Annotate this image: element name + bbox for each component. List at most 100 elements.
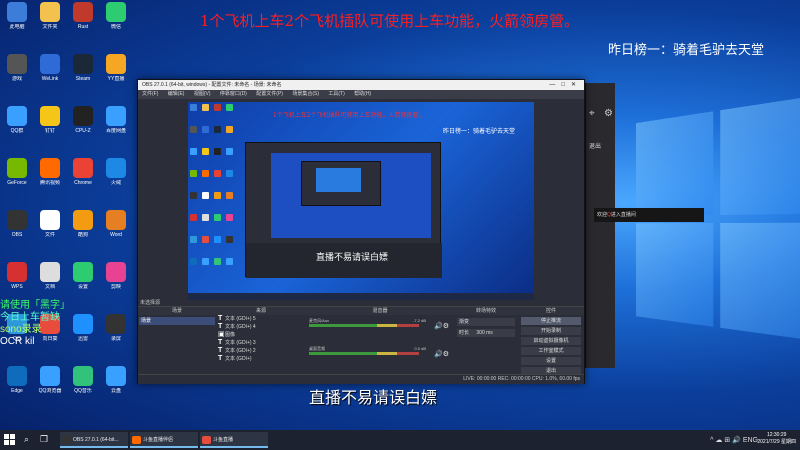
desktop-icon[interactable]: 火绒 (100, 158, 132, 192)
desktop-icon[interactable]: 文档 (34, 262, 66, 296)
desktop-icon[interactable]: QQ群 (1, 106, 33, 140)
stop-streaming-button[interactable]: 停止推流 (521, 317, 581, 325)
speaker-icon[interactable]: 🔊⚙ (434, 350, 449, 358)
preview-icon (202, 126, 209, 133)
desktop-icon-label: 文档 (44, 284, 55, 290)
preview-icon (190, 192, 197, 199)
source-item[interactable]: T 文本 (GDI+) 3 (216, 339, 306, 347)
app-icon (73, 262, 93, 282)
source-item[interactable]: T 文本 (GDI+) 4 (216, 323, 306, 331)
desktop-icon-label: 酷狗 (77, 232, 88, 238)
desktop-icon[interactable]: Rust (67, 2, 99, 36)
app-icon (40, 54, 60, 74)
task-view-icon[interactable]: ❐ (40, 434, 48, 445)
desktop-icon-label: 剪映 (110, 284, 121, 290)
obs-preview[interactable]: 1个飞机上车2个飞机插队可使用上车功能，火箭领房管。 昨日榜一：骑着毛驴去天堂 … (188, 102, 534, 300)
desktop-icon[interactable]: QQ音乐 (67, 366, 99, 400)
app-icon (7, 210, 27, 230)
volume-meter[interactable] (309, 324, 419, 327)
menu-help[interactable]: 帮助(H) (354, 91, 371, 97)
desktop-icon[interactable]: 腾讯视频 (34, 158, 66, 192)
start-button[interactable] (4, 434, 16, 446)
desktop-icon-label: GeForce (7, 180, 27, 186)
preview-icon (190, 214, 197, 221)
volume-meter[interactable] (309, 352, 419, 355)
duration-label: 时长 (459, 330, 470, 336)
desktop-icon[interactable]: 设置 (67, 262, 99, 296)
desktop-icon[interactable]: YY直播 (100, 54, 132, 88)
desktop-icon[interactable]: OBS (1, 210, 33, 244)
overlay-note: 请使用「黑字」 今日上车暂缺 sono录录 OCR kil (0, 300, 110, 348)
exit-button[interactable]: 退出 (589, 141, 601, 150)
search-icon[interactable]: ⌕ (24, 434, 29, 445)
settings-icon[interactable]: ⚙ (604, 108, 613, 119)
desktop-icon[interactable]: 云盘 (100, 366, 132, 400)
desktop-icon[interactable]: Chrome (67, 158, 99, 192)
desktop-icon[interactable]: 此电脑 (1, 2, 33, 36)
speaker-icon[interactable]: 🔊⚙ (434, 322, 449, 330)
studio-mode-button[interactable]: 工作室模式 (521, 347, 581, 355)
desktop-icon[interactable]: Steam (67, 54, 99, 88)
menu-file[interactable]: 文件(F) (142, 91, 158, 97)
menu-docks[interactable]: 停靠窗口(D) (220, 91, 247, 97)
desktop-icon[interactable]: 百度网盘 (100, 106, 132, 140)
obs-window: OBS 27.0.1 (64-bit, windows) - 配置文件: 未命名… (137, 79, 585, 384)
preview-icon (214, 170, 221, 177)
source-item[interactable]: T 文本 (GDI+) (216, 355, 306, 363)
mixer-dock: 混音器 麦克风/Aux -7.2 dB 🔊⚙ 桌面音频 0.0 dB 🔊⚙ (306, 306, 454, 384)
desktop-icon[interactable]: QQ浏览器 (34, 366, 66, 400)
desktop-icon[interactable]: 文件 (34, 210, 66, 244)
mixer-title: 混音器 (306, 307, 454, 315)
menu-profile[interactable]: 配置文件(P) (256, 91, 283, 97)
desktop-icon-label: WeLink (41, 76, 59, 82)
source-item[interactable]: ▣图像 (216, 331, 306, 339)
menu-scene-collection[interactable]: 场景集合(S) (292, 91, 319, 97)
scene-item[interactable]: 场景 (139, 317, 215, 325)
stream-banner-text: 1个飞机上车2个飞机插队可使用上车功能，火箭领房管。 (200, 12, 580, 30)
start-recording-button[interactable]: 开始录制 (521, 327, 581, 335)
desktop-icon[interactable]: 微信 (100, 2, 132, 36)
preview-icon (202, 192, 209, 199)
desktop-icon[interactable]: Edge (1, 366, 33, 400)
desktop-icon[interactable]: 剪映 (100, 262, 132, 296)
desktop-icon[interactable]: WPS (1, 262, 33, 296)
app-icon (7, 262, 27, 282)
taskbar-app-douyu-live[interactable]: 斗鱼直播 (200, 432, 268, 448)
menu-view[interactable]: 视图(V) (194, 91, 211, 97)
menu-edit[interactable]: 编辑(E) (168, 91, 185, 97)
app-icon (73, 106, 93, 126)
preview-desktop-icons (188, 102, 248, 292)
virtual-camera-button[interactable]: 启动虚拟摄像机 (521, 337, 581, 345)
menu-tools[interactable]: 工具(T) (328, 91, 344, 97)
taskbar-app-obs[interactable]: OBS 27.0.1 (64-bit... (60, 432, 128, 448)
source-label: 图像 (225, 332, 236, 338)
welcome-suffix: 进入直播间 (610, 212, 636, 218)
source-item[interactable]: T 文本 (GDI+) 2 (216, 347, 306, 355)
desktop-icon-label: Edge (11, 388, 23, 394)
taskbar-app-douyu-companion[interactable]: 斗鱼直播伴侣 (130, 432, 198, 448)
transition-duration[interactable]: 时长 300 ms (457, 329, 515, 337)
source-item[interactable]: T 文本 (GDI+) 5 (216, 315, 306, 323)
desktop-icon-label: YY直播 (107, 76, 125, 82)
desktop-icon[interactable]: 游戏 (1, 54, 33, 88)
desktop-icon[interactable]: WeLink (34, 54, 66, 88)
desktop-icon[interactable]: 酷狗 (67, 210, 99, 244)
settings-button[interactable]: 设置 (521, 357, 581, 365)
obs-titlebar[interactable]: OBS 27.0.1 (64-bit, windows) - 配置文件: 未命名… (138, 80, 584, 90)
pin-icon[interactable]: ⌖ (589, 108, 595, 119)
desktop-icon[interactable]: 文件夹 (34, 2, 66, 36)
transition-select[interactable]: 渐变 (457, 318, 515, 326)
clock-time: 12:30:29 (766, 432, 787, 438)
app-icon (106, 366, 126, 386)
system-tray-icons[interactable]: ^ ☁ ⊞ 🔊 ENG (710, 436, 758, 444)
desktop-icon-label: Word (110, 232, 122, 238)
desktop-icon-label: 火绒 (110, 180, 121, 186)
desktop-icon[interactable]: GeForce (1, 158, 33, 192)
preview-icon (202, 104, 209, 111)
clock[interactable]: 12:30:29 2021/7/29 星期四 (757, 432, 796, 446)
desktop-icon[interactable]: 钉钉 (34, 106, 66, 140)
clock-date: 2021/7/29 星期四 (757, 439, 796, 445)
window-controls[interactable]: —□✕ (549, 80, 582, 90)
desktop-icon[interactable]: Word (100, 210, 132, 244)
desktop-icon[interactable]: CPU-Z (67, 106, 99, 140)
